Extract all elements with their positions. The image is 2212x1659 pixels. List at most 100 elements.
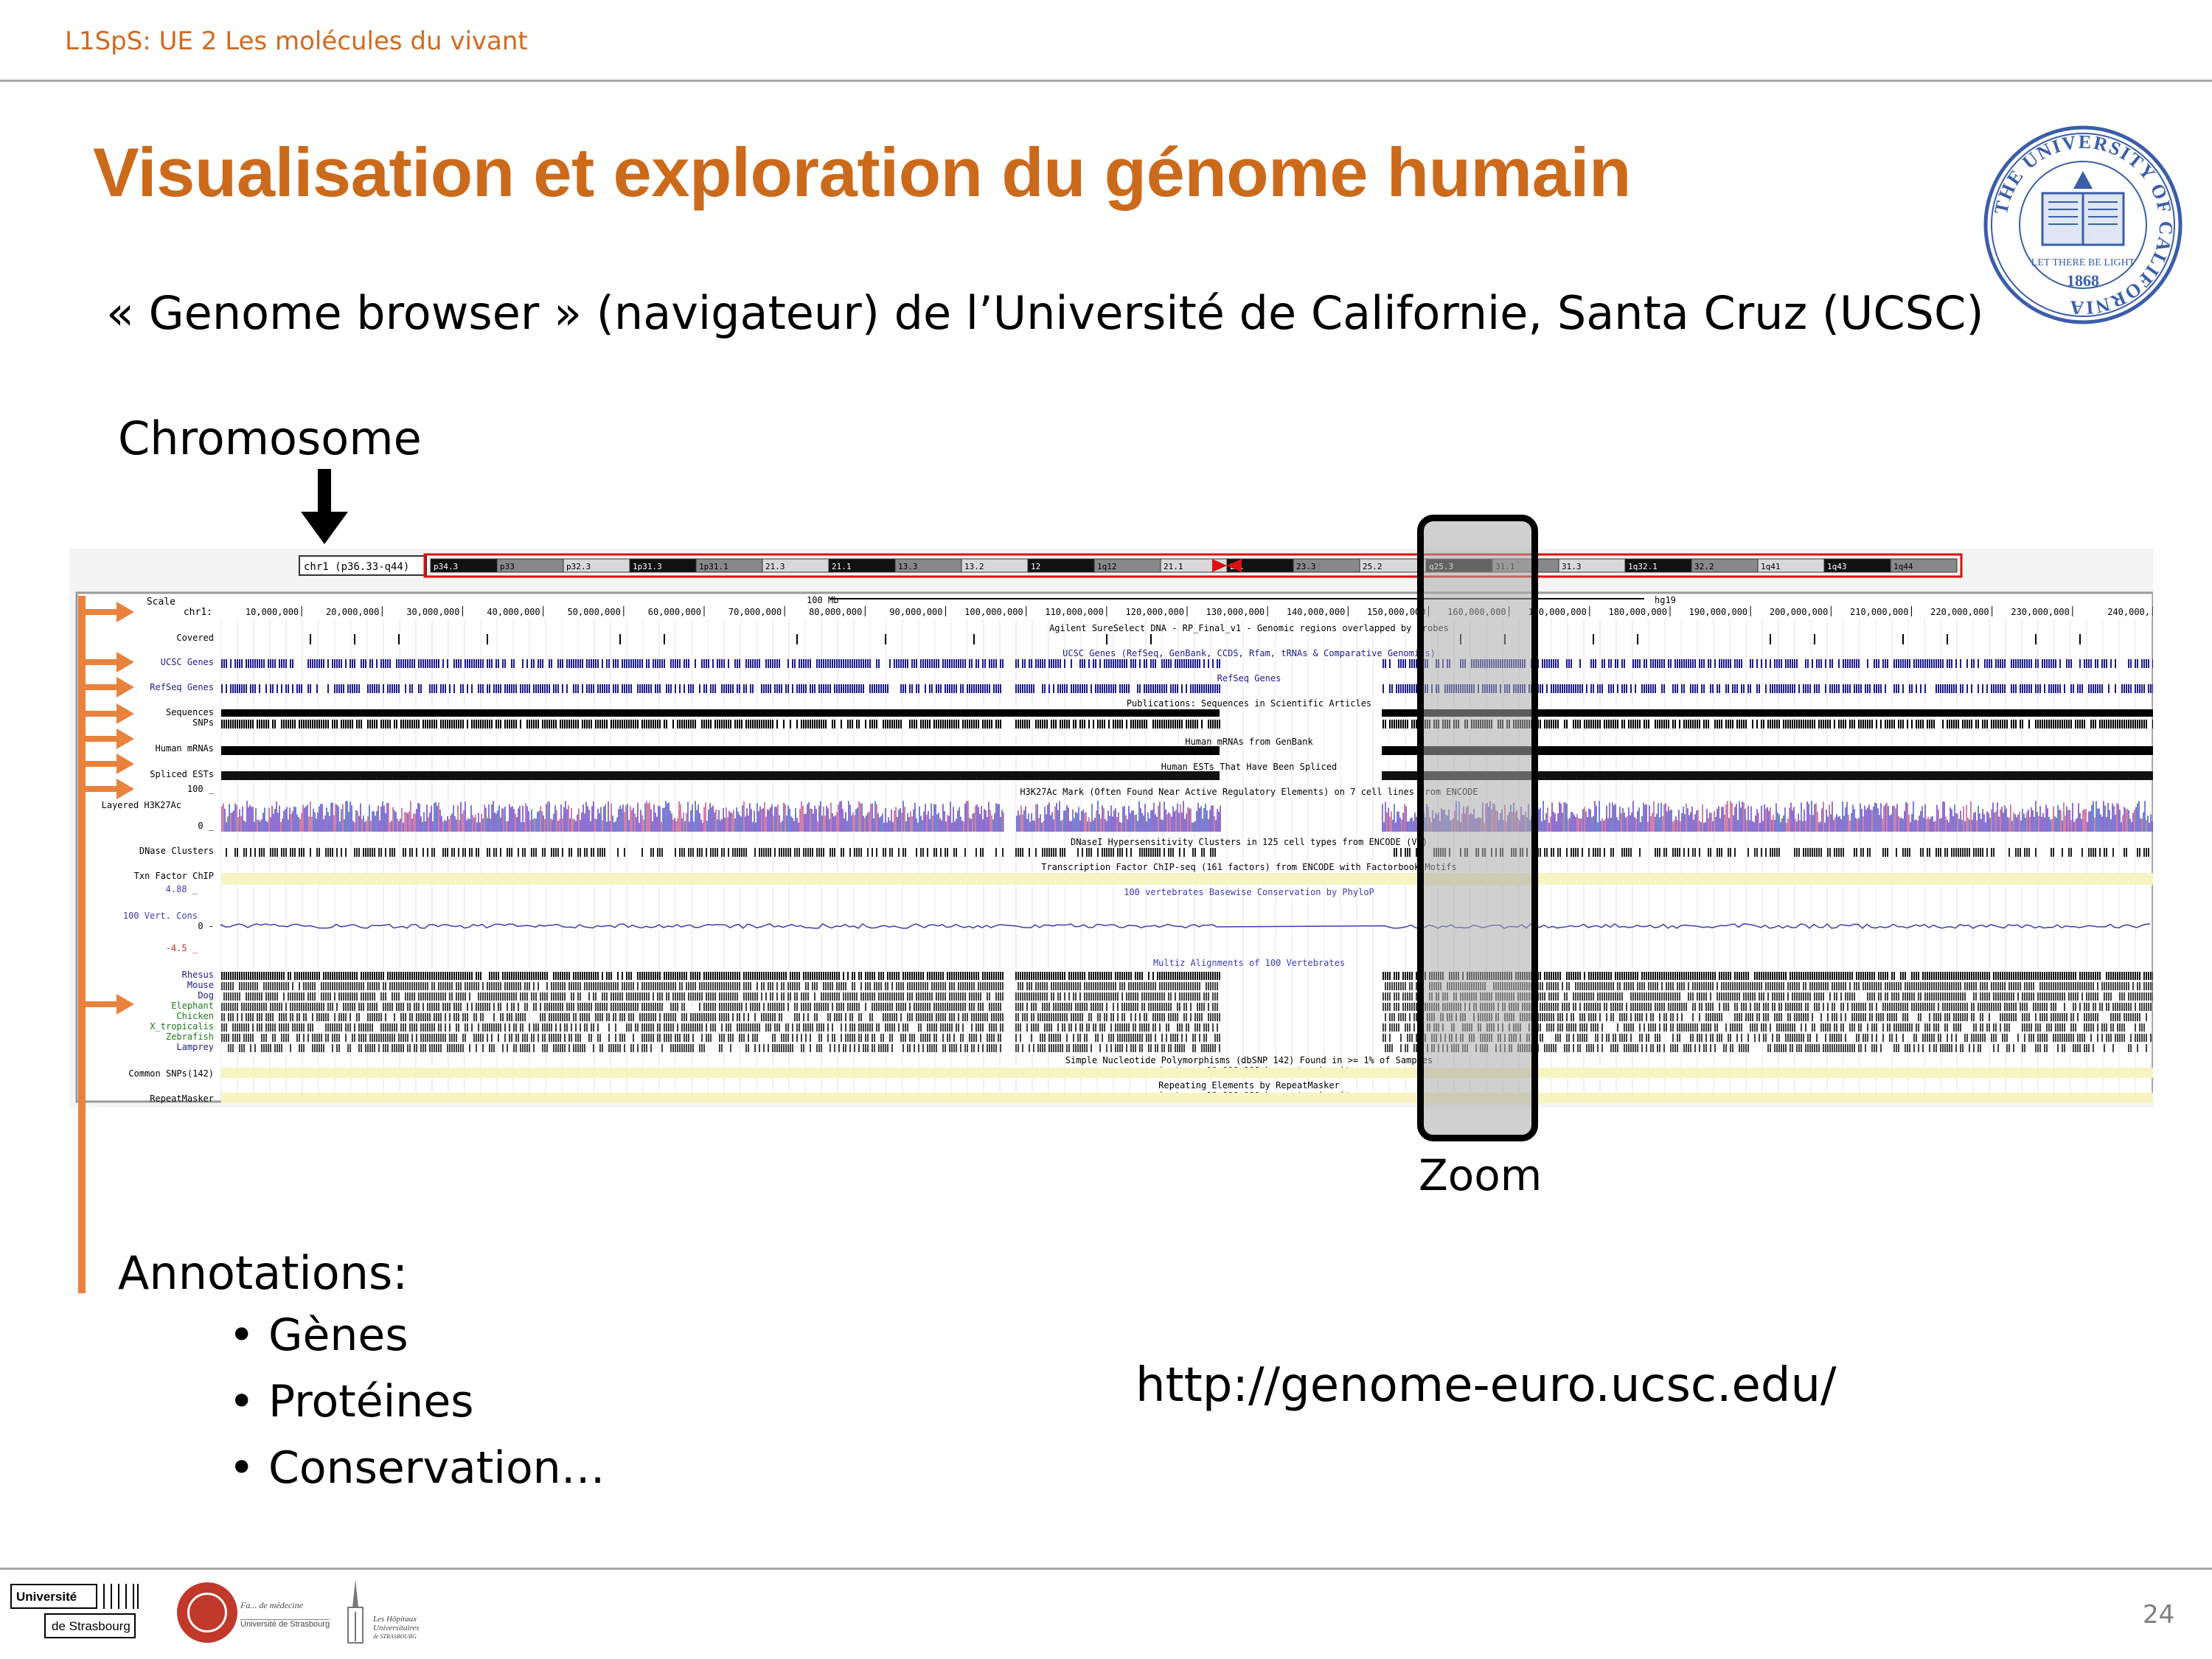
multiz-alignment-mark (677, 972, 678, 980)
h3k27ac-signal (1034, 821, 1035, 832)
refseq-gene-mark (239, 684, 240, 693)
refseq-gene-mark (639, 684, 641, 693)
h3k27ac-signal (2100, 814, 2101, 832)
snps-mark (542, 720, 543, 728)
snps-mark (582, 720, 583, 728)
snps-mark (1577, 720, 1579, 728)
refseq-gene-mark (2073, 684, 2074, 693)
multiz-alignment-mark (1838, 982, 1840, 990)
seal-year: 1868 (2067, 271, 2099, 290)
h3k27ac-signal (1040, 814, 1041, 832)
snps-mark (341, 720, 342, 728)
ruler-position-label: 180,000,000 (1609, 607, 1667, 617)
snps-mark (801, 720, 802, 728)
multiz-alignment-mark (1619, 972, 1621, 980)
snps-mark (575, 720, 577, 728)
ucsc-gene-mark (734, 659, 736, 668)
snps-mark (1197, 720, 1198, 728)
multiz-alignment-mark (325, 972, 327, 980)
h3k27ac-signal (280, 821, 282, 832)
h3k27ac-signal (506, 821, 507, 832)
dnase-mark (2095, 848, 2096, 857)
ucsc-gene-mark (956, 659, 957, 668)
h3k27ac-signal (1019, 815, 1020, 832)
h3k27ac-signal (1190, 808, 1192, 832)
multiz-alignment-mark (1159, 982, 1161, 990)
h3k27ac-signal (376, 810, 378, 832)
h3k27ac-signal (557, 821, 559, 832)
multiz-alignment-mark (1593, 972, 1594, 980)
h3k27ac-signal (1637, 810, 1638, 832)
refseq-gene-mark (265, 684, 267, 693)
multiz-alignment-mark (1104, 972, 1105, 980)
multiz-alignment-mark (243, 982, 245, 990)
refseq-gene-mark (1113, 684, 1114, 693)
snps-mark (2015, 720, 2017, 728)
h3k27ac-signal (1778, 814, 1780, 832)
dnase-mark (624, 848, 625, 857)
multiz-alignment-mark (1179, 982, 1180, 990)
multiz-alignment-mark (933, 972, 935, 980)
covered-mark (354, 634, 355, 644)
refseq-gene-mark (316, 684, 318, 693)
snps-mark (1201, 720, 1203, 728)
snps-mark (876, 720, 877, 728)
h3k27ac-signal (681, 818, 683, 832)
h3k27ac-signal (265, 821, 267, 832)
ucsc-gene-mark (1644, 659, 1645, 668)
h3k27ac-signal (1851, 813, 1852, 832)
h3k27ac-signal (2037, 812, 2038, 832)
h3k27ac-signal (1652, 813, 1653, 832)
dnase-mark (1102, 848, 1103, 857)
snps-mark (920, 720, 922, 728)
snps-mark (737, 720, 738, 728)
dnase-mark (902, 848, 904, 857)
h3k27ac-signal (2082, 810, 2084, 832)
h3k27ac-signal (1212, 805, 1214, 832)
refseq-gene-mark (916, 684, 917, 693)
ucsc-gene-mark (1940, 659, 1941, 668)
multiz-alignment-mark (768, 972, 769, 980)
h3k27ac-signal (1411, 817, 1413, 832)
desc-repeats: Repeating Elements by RepeatMasker (1158, 1080, 1340, 1091)
ucsc-gene-mark (750, 659, 751, 668)
multiz-alignment-mark (568, 972, 570, 980)
dnase-mark (1655, 848, 1656, 857)
snps-mark (622, 720, 623, 728)
h3k27ac-signal (821, 815, 823, 832)
dnase-mark (818, 848, 820, 857)
multiz-alignment-mark (942, 972, 944, 980)
h3k27ac-signal (313, 808, 314, 832)
ucsc-gene-mark (832, 659, 833, 668)
ucsc-gene-mark (951, 659, 953, 668)
h3k27ac-signal (2051, 818, 2053, 832)
h3k27ac-signal (1895, 808, 1896, 832)
snps-mark (2115, 720, 2116, 728)
dnase-mark (259, 848, 260, 857)
multiz-alignment-mark (909, 972, 911, 980)
h3k27ac-signal (1865, 810, 1867, 832)
multiz-alignment-mark (776, 972, 778, 980)
multiz-alignment-mark (1938, 972, 1939, 980)
ucsc-gene-mark (657, 659, 658, 668)
dnase-mark (555, 848, 557, 857)
multiz-alignment-mark (1544, 972, 1545, 980)
multiz-alignment-mark (896, 982, 897, 990)
multiz-alignment-mark (478, 982, 479, 990)
dnase-mark (341, 848, 342, 857)
h3k27ac-signal (1913, 801, 1914, 832)
dnase-mark (261, 848, 262, 857)
ideogram-band-label: 1q44 (1893, 562, 1913, 571)
h3k27ac-signal (1806, 801, 1808, 832)
h3k27ac-signal (815, 809, 817, 832)
ucsc-gene-mark (818, 659, 820, 668)
ucsc-gene-mark (1874, 659, 1875, 668)
refseq-gene-mark (1741, 684, 1742, 693)
multiz-alignment-mark (783, 982, 785, 990)
h3k27ac-signal (888, 817, 889, 832)
refseq-gene-mark (1648, 684, 1649, 693)
snps-mark (909, 720, 911, 728)
h3k27ac-signal (1099, 813, 1100, 832)
refseq-gene-mark (356, 684, 358, 693)
ucsc-gene-mark (263, 659, 265, 668)
